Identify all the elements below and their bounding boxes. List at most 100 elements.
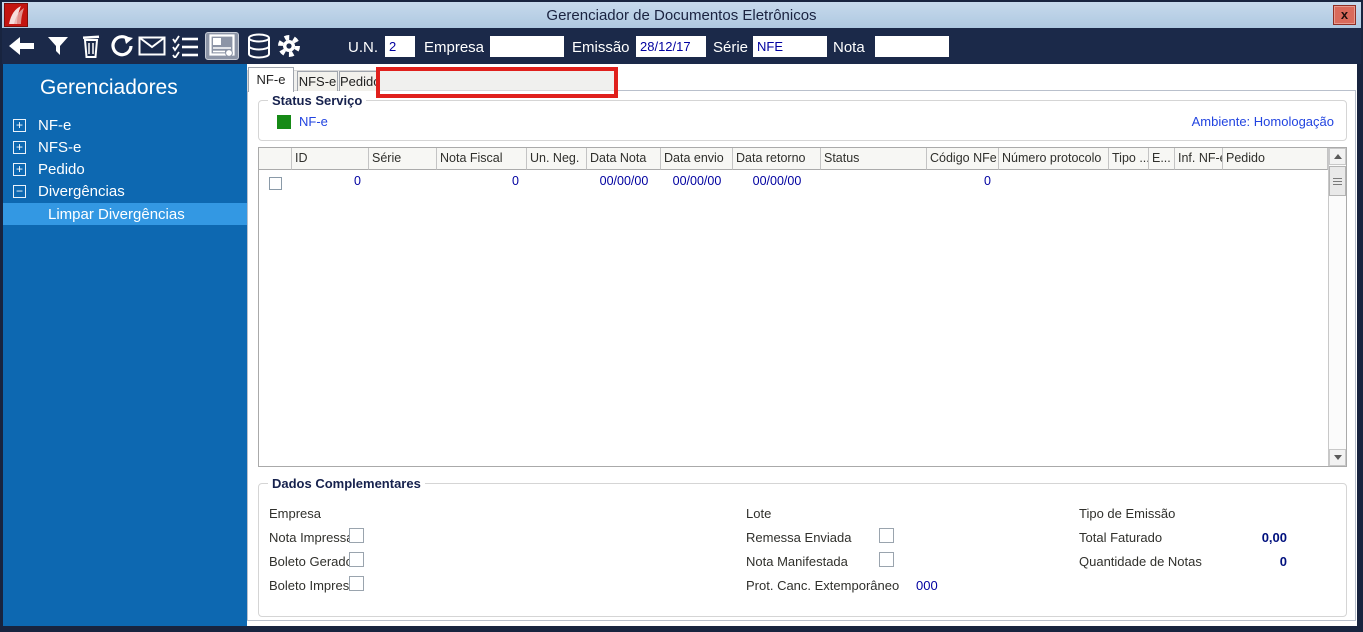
cell-e [1149,170,1175,192]
vertical-scrollbar[interactable] [1328,148,1346,466]
toolbar: U.N. Empresa Emissão Série Nota [2,28,1361,64]
cell-data-retorno: 00/00/00 [752,174,802,188]
ambiente-label: Ambiente: Homologação [1191,114,1334,129]
documents-grid: ID Série Nota Fiscal Un. Neg. Data Nota … [258,147,1347,467]
cell-inf-nfe [1175,170,1223,192]
dados-complementares-group: Dados Complementares Empresa Nota Impres… [258,476,1347,617]
serie-input[interactable] [753,36,827,57]
total-faturado-value: 0,00 [1261,530,1287,545]
gear-icon[interactable] [274,32,304,60]
certificate-save-icon[interactable] [205,32,239,60]
emissao-input[interactable] [636,36,706,57]
close-button[interactable]: x [1333,5,1356,25]
cell-serie [369,170,437,192]
col-serie[interactable]: Série [369,148,437,170]
back-icon[interactable] [6,32,36,60]
main-area: NF-e NFS-e Pedido Status Serviço NF-e Am… [247,64,1357,626]
col-inf-nfe[interactable]: Inf. NF-e [1175,148,1223,170]
expand-plus-icon[interactable]: + [13,118,26,132]
cell-numero-protocolo [999,170,1109,192]
cell-data-envio: 00/00/00 [672,174,722,188]
refresh-icon[interactable] [107,32,137,60]
expand-plus-icon[interactable]: + [13,162,26,176]
database-icon[interactable] [244,32,274,60]
remessa-enviada-checkbox[interactable] [879,528,894,543]
table-row[interactable]: 0 0 00/00/00 00/00/00 00/00/00 0 [259,170,1328,192]
sidebar: Gerenciadores + NF-e + NFS-e + Pedido − … [3,64,247,626]
status-service-label: NF-e [299,114,328,129]
total-faturado-label: Total Faturado [1079,530,1163,545]
col-codigo-nfe[interactable]: Código NFe [927,148,999,170]
tab-nfe[interactable]: NF-e [248,67,294,92]
trash-icon[interactable] [76,32,106,60]
sidebar-item-label: NFS-e [38,138,82,156]
sidebar-item-label: Limpar Divergências [48,205,185,223]
boleto-gerado-label: Boleto Gerado [269,554,353,569]
window-title: Gerenciador de Documentos Eletrônicos [546,6,817,24]
col-nota-fiscal[interactable]: Nota Fiscal [437,148,527,170]
col-id[interactable]: ID [292,148,369,170]
dados-complementares-title: Dados Complementares [268,476,425,491]
nota-impressa-label: Nota Impressa [269,530,354,545]
expand-plus-icon[interactable]: + [13,140,26,154]
emissao-label: Emissão [572,39,630,56]
quantidade-notas-label: Quantidade de Notas [1079,554,1202,569]
col-tipo[interactable]: Tipo ... [1109,148,1149,170]
row-select-cell [259,170,292,192]
serie-label: Série [713,39,749,56]
tab-nfse[interactable]: NFS-e [297,71,338,91]
sidebar-item-nfe[interactable]: + NF-e [3,114,247,136]
col-un-neg[interactable]: Un. Neg. [527,148,587,170]
prot-canc-value: 000 [916,578,938,593]
remessa-enviada-label: Remessa Enviada [746,530,852,545]
un-input[interactable] [385,36,415,57]
status-servico-title: Status Serviço [268,93,367,108]
lote-label: Lote [746,506,772,521]
nota-manifestada-checkbox[interactable] [879,552,894,567]
scroll-up-icon[interactable] [1329,148,1346,165]
col-numero-protocolo[interactable]: Número protocolo [999,148,1109,170]
cell-status [821,170,927,192]
col-status[interactable]: Status [821,148,927,170]
cell-id: 0 [354,174,361,188]
collapse-minus-icon[interactable]: − [13,184,26,198]
filter-icon[interactable] [43,32,73,60]
sidebar-item-label: Pedido [38,160,85,178]
sidebar-item-pedido[interactable]: + Pedido [3,158,247,180]
sidebar-title: Gerenciadores [40,76,178,99]
col-data-retorno[interactable]: Data retorno [733,148,821,170]
sidebar-item-label: NF-e [38,116,72,134]
sidebar-item-label: Divergências [38,182,125,200]
col-pedido[interactable]: Pedido [1223,148,1328,170]
un-label: U.N. [348,39,378,56]
col-select [259,148,292,170]
status-green-indicator-icon [277,115,291,129]
cell-nota-fiscal: 0 [512,174,519,188]
empresa-label: Empresa [424,39,485,56]
title-bar: Gerenciador de Documentos Eletrônicos x [2,2,1361,28]
empresa-input[interactable] [490,36,564,57]
tab-pedido[interactable]: Pedido [339,71,380,91]
sidebar-item-limpar-divergencias[interactable]: Limpar Divergências [3,203,247,225]
sidebar-item-nfse[interactable]: + NFS-e [3,136,247,158]
col-data-nota[interactable]: Data Nota [587,148,661,170]
scroll-down-icon[interactable] [1329,449,1346,466]
email-icon[interactable] [137,32,167,60]
nota-manifestada-label: Nota Manifestada [746,554,848,569]
empresa-dc-label: Empresa [269,506,322,521]
nota-input[interactable] [875,36,949,57]
checklist-icon[interactable] [170,32,200,60]
nota-label: Nota [833,39,865,56]
cell-pedido [1223,170,1328,192]
col-data-envio[interactable]: Data envio [661,148,733,170]
prot-canc-label: Prot. Canc. Extemporâneo [746,578,900,593]
row-checkbox[interactable] [269,177,282,190]
col-e[interactable]: E... [1149,148,1175,170]
scrollbar-thumb[interactable] [1329,166,1346,196]
boleto-impresso-checkbox[interactable] [349,576,364,591]
sidebar-item-divergencias[interactable]: − Divergências [3,180,247,202]
app-window: Gerenciador de Documentos Eletrônicos x [0,0,1363,632]
boleto-gerado-checkbox[interactable] [349,552,364,567]
app-logo-icon [4,3,28,27]
nota-impressa-checkbox[interactable] [349,528,364,543]
